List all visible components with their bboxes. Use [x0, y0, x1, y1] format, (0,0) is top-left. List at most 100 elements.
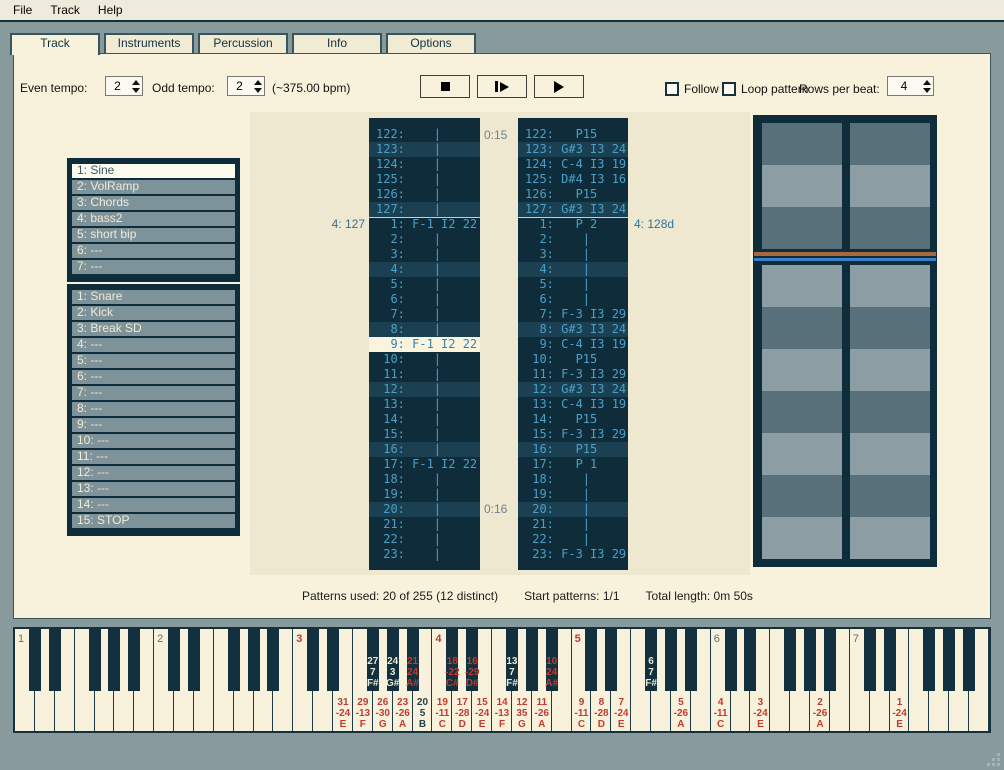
- pattern-block[interactable]: [762, 207, 842, 249]
- pattern-row[interactable]: 22: |: [369, 532, 480, 547]
- spin-up-icon[interactable]: [923, 80, 931, 85]
- even-tempo-spin-buttons[interactable]: [129, 77, 142, 95]
- pattern-row[interactable]: 17: P 1: [518, 457, 628, 472]
- pattern-row[interactable]: 125: |: [369, 172, 480, 187]
- pattern-row[interactable]: 23: |: [369, 547, 480, 562]
- black-key-Ds2[interactable]: [188, 629, 200, 691]
- black-key-Cs7[interactable]: [864, 629, 876, 691]
- black-key-Ds5[interactable]: [605, 629, 617, 691]
- black-key-Gs6[interactable]: [804, 629, 816, 691]
- percussion-item[interactable]: 1: Snare: [72, 290, 235, 304]
- pattern-block[interactable]: [762, 517, 842, 559]
- tab-track[interactable]: Track: [10, 33, 100, 55]
- pattern-row[interactable]: 15: |: [369, 427, 480, 442]
- pattern-row[interactable]: 5: |: [369, 277, 480, 292]
- pattern-row[interactable]: 19: |: [518, 487, 628, 502]
- black-key-As5[interactable]: [685, 629, 697, 691]
- pattern-row[interactable]: 14: P15: [518, 412, 628, 427]
- pattern-row[interactable]: 6: |: [518, 292, 628, 307]
- instrument-item[interactable]: 4: bass2: [72, 212, 235, 226]
- pattern-row[interactable]: 6: |: [369, 292, 480, 307]
- pattern-row[interactable]: 12: |: [369, 382, 480, 397]
- pattern-block[interactable]: [762, 433, 842, 475]
- black-key-Ds3[interactable]: [327, 629, 339, 691]
- pattern-row[interactable]: 127: G#3 I3 24: [518, 202, 628, 217]
- pattern-block[interactable]: [850, 391, 930, 433]
- pattern-row[interactable]: 124: |: [369, 157, 480, 172]
- black-key-Cs2[interactable]: [168, 629, 180, 691]
- odd-tempo-spin-buttons[interactable]: [251, 77, 264, 95]
- spin-down-icon[interactable]: [254, 88, 262, 93]
- pattern-block[interactable]: [762, 349, 842, 391]
- pattern-row[interactable]: 122: P15: [518, 127, 628, 142]
- stop-button[interactable]: [420, 75, 470, 98]
- pattern-row[interactable]: 10: P15: [518, 352, 628, 367]
- rows-per-beat-spin-buttons[interactable]: [920, 77, 933, 95]
- pattern-block[interactable]: [762, 123, 842, 165]
- pattern-row[interactable]: 5: |: [518, 277, 628, 292]
- pattern-row[interactable]: 11: |: [369, 367, 480, 382]
- instrument-item[interactable]: 2: VolRamp: [72, 180, 235, 194]
- black-key-Cs5[interactable]: [585, 629, 597, 691]
- percussion-item[interactable]: 6: ---: [72, 370, 235, 384]
- pattern-row[interactable]: 16: P15: [518, 442, 628, 457]
- pattern-row[interactable]: 1: P 2: [518, 217, 628, 232]
- black-key-Ds1[interactable]: [49, 629, 61, 691]
- black-key-Ds6[interactable]: [744, 629, 756, 691]
- pattern-block[interactable]: [850, 433, 930, 475]
- loop-pattern-checkbox[interactable]: [722, 82, 736, 96]
- pattern-row[interactable]: 20: |: [369, 502, 480, 517]
- spin-up-icon[interactable]: [254, 80, 262, 85]
- percussion-item[interactable]: 15: STOP: [72, 514, 235, 528]
- percussion-item[interactable]: 9: ---: [72, 418, 235, 432]
- instrument-item[interactable]: 6: ---: [72, 244, 235, 258]
- pattern-row[interactable]: 2: |: [369, 232, 480, 247]
- odd-tempo-spinner[interactable]: 2: [227, 76, 265, 96]
- menu-item-help[interactable]: Help: [89, 1, 132, 19]
- pattern-row[interactable]: 126: P15: [518, 187, 628, 202]
- play-button[interactable]: [534, 75, 584, 98]
- black-key-Gs7[interactable]: [943, 629, 955, 691]
- pattern-row[interactable]: 19: |: [369, 487, 480, 502]
- pattern-row[interactable]: 2: |: [518, 232, 628, 247]
- pattern-row[interactable]: 127: |: [369, 202, 480, 217]
- black-key-As2[interactable]: [267, 629, 279, 691]
- pattern-row[interactable]: 23: F-3 I3 29: [518, 547, 628, 562]
- pattern-row[interactable]: 126: |: [369, 187, 480, 202]
- black-key-Fs2[interactable]: [228, 629, 240, 691]
- black-key-Cs6[interactable]: [725, 629, 737, 691]
- pattern-block[interactable]: [762, 165, 842, 207]
- pattern-row[interactable]: 11: F-3 I3 29: [518, 367, 628, 382]
- instrument-item[interactable]: 5: short bip: [72, 228, 235, 242]
- pattern-row[interactable]: 15: F-3 I3 29: [518, 427, 628, 442]
- pattern-row[interactable]: 123: |: [369, 142, 480, 157]
- pattern-block[interactable]: [850, 307, 930, 349]
- percussion-item[interactable]: 12: ---: [72, 466, 235, 480]
- pattern-block[interactable]: [850, 517, 930, 559]
- tab-info[interactable]: Info: [292, 33, 382, 53]
- pattern-row[interactable]: 8: G#3 I3 24: [518, 322, 628, 337]
- menu-item-file[interactable]: File: [4, 1, 41, 19]
- pattern-row[interactable]: 7: F-3 I3 29: [518, 307, 628, 322]
- percussion-item[interactable]: 5: ---: [72, 354, 235, 368]
- follow-checkbox[interactable]: [665, 82, 679, 96]
- pattern-row[interactable]: 8: |: [369, 322, 480, 337]
- percussion-item[interactable]: 13: ---: [72, 482, 235, 496]
- pattern-row[interactable]: 21: |: [369, 517, 480, 532]
- pattern-row-cursor[interactable]: 9: F-1 I2 22: [369, 337, 480, 352]
- black-key-Cs1[interactable]: [29, 629, 41, 691]
- pattern-row[interactable]: 3: |: [369, 247, 480, 262]
- percussion-item[interactable]: 2: Kick: [72, 306, 235, 320]
- black-key-As6[interactable]: [824, 629, 836, 691]
- percussion-item[interactable]: 14: ---: [72, 498, 235, 512]
- pattern-block[interactable]: [762, 475, 842, 517]
- pattern-row[interactable]: 9: C-4 I3 19: [518, 337, 628, 352]
- black-key-Cs3[interactable]: [307, 629, 319, 691]
- pattern-block[interactable]: [762, 307, 842, 349]
- pattern-block[interactable]: [850, 207, 930, 249]
- tab-instruments[interactable]: Instruments: [104, 33, 194, 53]
- pattern-row[interactable]: 21: |: [518, 517, 628, 532]
- percussion-item[interactable]: 7: ---: [72, 386, 235, 400]
- pattern-row[interactable]: 7: |: [369, 307, 480, 322]
- spin-down-icon[interactable]: [923, 88, 931, 93]
